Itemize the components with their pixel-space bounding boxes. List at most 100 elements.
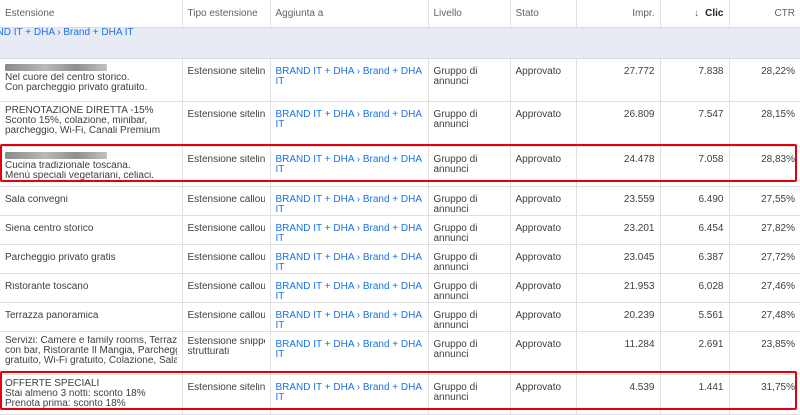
level: Gruppo di annunci	[428, 244, 511, 274]
status: Approvato	[510, 331, 577, 375]
extension-line: Parcheggio privato gratis	[5, 253, 116, 263]
extension-line: Menù speciali vegetariani, celiaci.	[5, 171, 154, 181]
added-to-link[interactable]: BRAND IT + DHA › Brand + DHA IT	[270, 244, 429, 274]
table-row[interactable]: Parcheggio privato gratis Estensione call…	[0, 244, 800, 274]
extension-text[interactable]: Cucina tradizionale toscana. Menù special…	[0, 146, 183, 187]
ctr: 27,46%	[729, 273, 800, 303]
added-to-link[interactable]: BRAND IT + DHA › Brand + DHA IT	[270, 374, 429, 415]
extension-text[interactable]: Servizi: Camere e family rooms, Terrazza…	[0, 331, 183, 375]
extension-line: PRENOTAZIONE DIRETTA -15%	[5, 106, 154, 116]
extension-line: Servizi: Camere e family rooms, Terrazza	[5, 336, 177, 346]
table-row[interactable]: Terrazza panoramica Estensione callout BRA…	[0, 302, 800, 332]
table-row[interactable]: Siena centro storico Estensione callout BR…	[0, 215, 800, 245]
added-to-link[interactable]: BRAND IT + DHA › Brand + DHA IT	[270, 331, 429, 375]
arrow-down-icon: ↓	[694, 8, 700, 19]
clicks: 6.490	[660, 186, 730, 216]
redacted-text	[5, 152, 107, 159]
ctr: 27,72%	[729, 244, 800, 274]
table-row[interactable]: Nel cuore del centro storico. Con parcheg…	[0, 58, 800, 102]
extension-text[interactable]: Ristorante toscano	[0, 273, 183, 303]
column-header-livello[interactable]: Livello	[428, 0, 511, 28]
table-row[interactable]: OFFERTE SPECIALI Stai almeno 3 notti: sco…	[0, 374, 800, 415]
impressions: 27.772	[576, 58, 661, 102]
extension-text[interactable]: Siena centro storico	[0, 215, 183, 245]
extension-type: Estensione snippet strutturati	[182, 331, 271, 375]
column-header-tipo-estensione[interactable]: Tipo estensione	[182, 0, 271, 28]
group-label[interactable]: BRAND IT + DHA › Brand + DHA IT	[0, 27, 800, 59]
extension-type-line: Estensione callout	[187, 253, 265, 263]
ctr: 27,82%	[729, 215, 800, 245]
added-to-link[interactable]: BRAND IT + DHA › Brand + DHA IT	[270, 186, 429, 216]
column-header-estensione[interactable]: Estensione	[0, 0, 183, 28]
table-row[interactable]: Ristorante toscano Estensione callout BRAN…	[0, 273, 800, 303]
level: Gruppo di annunci	[428, 374, 511, 415]
ctr: 27,48%	[729, 302, 800, 332]
extension-text[interactable]: Terrazza panoramica	[0, 302, 183, 332]
added-to-link[interactable]: BRAND IT + DHA › Brand + DHA IT	[270, 273, 429, 303]
extension-type-line: Estensione callout	[187, 282, 265, 292]
column-header-ctr[interactable]: CTR	[729, 0, 800, 28]
extension-text[interactable]: Parcheggio privato gratis	[0, 244, 183, 274]
table-row[interactable]: Cucina tradizionale toscana. Menù special…	[0, 146, 800, 187]
level: Gruppo di annunci	[428, 215, 511, 245]
column-header-clic[interactable]: ↓ Clic	[660, 0, 730, 28]
extension-type: Estensione sitelink	[182, 101, 271, 147]
level: Gruppo di annunci	[428, 273, 511, 303]
extension-line: parcheggio, Wi-Fi, Canali Premium	[5, 126, 161, 136]
impressions: 20.239	[576, 302, 661, 332]
extension-type-line: Estensione sitelink	[187, 110, 265, 120]
extension-text[interactable]: PRENOTAZIONE DIRETTA -15% Sconto 15%, col…	[0, 101, 183, 147]
extension-line: gratuito, Wi-Fi gratuito, Colazione, Sal…	[5, 356, 177, 366]
clicks: 6.387	[660, 244, 730, 274]
added-to-link[interactable]: BRAND IT + DHA › Brand + DHA IT	[270, 58, 429, 102]
added-to-link[interactable]: BRAND IT + DHA › Brand + DHA IT	[270, 101, 429, 147]
extension-type: Estensione callout	[182, 186, 271, 216]
level: Gruppo di annunci	[428, 101, 511, 147]
impressions: 11.284	[576, 331, 661, 375]
column-header-aggiunta-a[interactable]: Aggiunta a	[270, 0, 429, 28]
level: Gruppo di annunci	[428, 331, 511, 375]
impressions: 24.478	[576, 146, 661, 187]
extension-type-line: Estensione sitelink	[187, 67, 265, 77]
extension-type-line: Estensione sitelink	[187, 155, 265, 165]
clicks: 6.028	[660, 273, 730, 303]
table-row[interactable]: Servizi: Camere e family rooms, Terrazza…	[0, 331, 800, 375]
impressions: 23.559	[576, 186, 661, 216]
extension-type: Estensione callout	[182, 215, 271, 245]
extension-line: Cucina tradizionale toscana.	[5, 161, 131, 171]
clicks: 7.838	[660, 58, 730, 102]
column-header-impr[interactable]: Impr.	[576, 0, 661, 28]
extension-line: Con parcheggio privato gratuito.	[5, 83, 148, 93]
extension-text[interactable]: OFFERTE SPECIALI Stai almeno 3 notti: sco…	[0, 374, 183, 415]
extension-text[interactable]: Nel cuore del centro storico. Con parcheg…	[0, 58, 183, 102]
impressions: 23.201	[576, 215, 661, 245]
extension-type-line: Estensione callout	[187, 224, 265, 234]
column-header-clic-label: Clic	[705, 8, 724, 19]
clicks: 6.454	[660, 215, 730, 245]
impressions: 4.539	[576, 374, 661, 415]
ctr: 31,75%	[729, 374, 800, 415]
clicks: 2.691	[660, 331, 730, 375]
extension-type: Estensione sitelink	[182, 374, 271, 415]
extension-type: Estensione callout	[182, 244, 271, 274]
added-to-link[interactable]: BRAND IT + DHA › Brand + DHA IT	[270, 215, 429, 245]
extension-line: Terrazza panoramica	[5, 311, 99, 321]
extension-line: Prenota prima: sconto 18%	[5, 399, 126, 409]
ctr: 28,22%	[729, 58, 800, 102]
level: Gruppo di annunci	[428, 302, 511, 332]
ctr: 28,15%	[729, 101, 800, 147]
extension-text[interactable]: Sala convegni	[0, 186, 183, 216]
added-to-link[interactable]: BRAND IT + DHA › Brand + DHA IT	[270, 146, 429, 187]
table-row[interactable]: Sala convegni Estensione callout BRAND IT …	[0, 186, 800, 216]
clicks: 7.547	[660, 101, 730, 147]
column-header-stato[interactable]: Stato	[510, 0, 577, 28]
redacted-text	[5, 64, 107, 71]
table-row[interactable]: PRENOTAZIONE DIRETTA -15% Sconto 15%, col…	[0, 101, 800, 147]
extension-line: Siena centro storico	[5, 224, 94, 234]
extension-type: Estensione callout	[182, 302, 271, 332]
added-to-link[interactable]: BRAND IT + DHA › Brand + DHA IT	[270, 302, 429, 332]
extension-line: Nel cuore del centro storico.	[5, 73, 130, 83]
ctr: 28,83%	[729, 146, 800, 187]
ctr: 23,85%	[729, 331, 800, 375]
extension-type: Estensione sitelink	[182, 58, 271, 102]
